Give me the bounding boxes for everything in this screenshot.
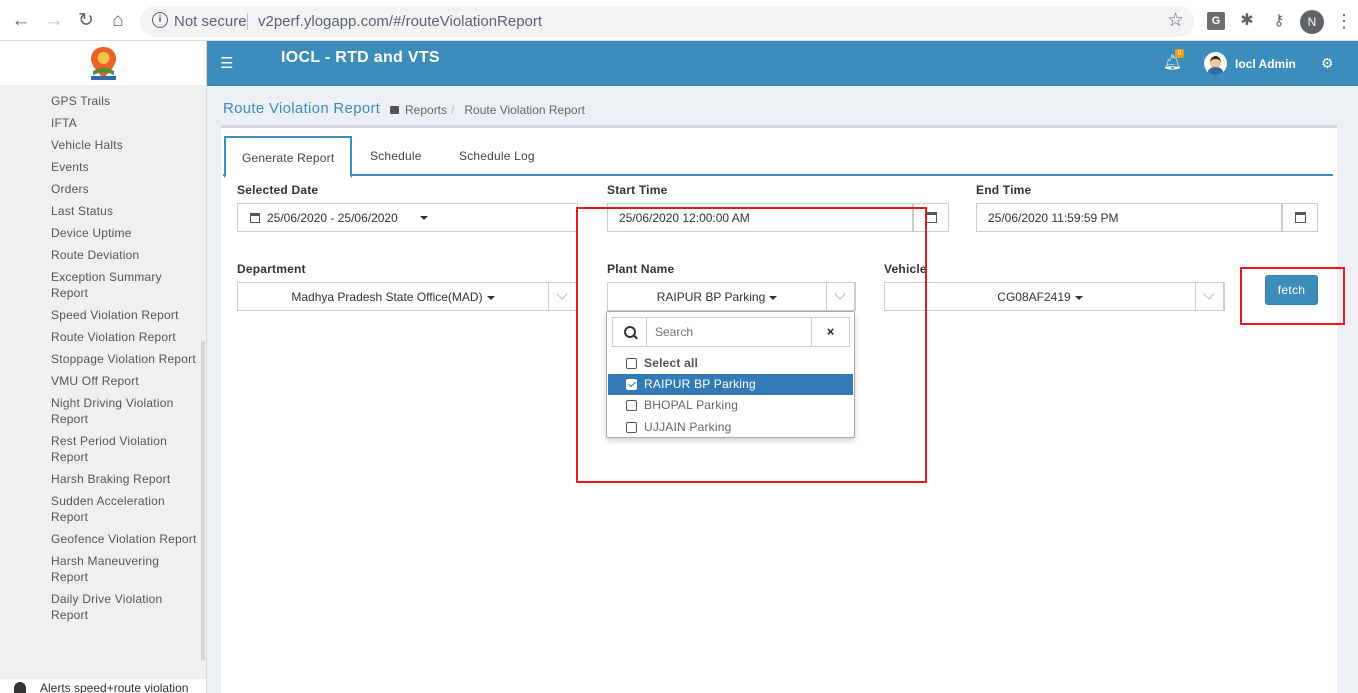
tab-generate-report[interactable]: Generate Report (224, 136, 353, 178)
vehicle-select[interactable]: CG08AF2419 (884, 282, 1225, 311)
sidebar-item-harsh-maneuvering[interactable]: Harsh Maneuvering Report (0, 550, 206, 588)
end-time-input[interactable]: 25/06/2020 11:59:59 PM (976, 203, 1282, 232)
end-time-value: 25/06/2020 11:59:59 PM (988, 211, 1119, 225)
grammar-extension-icon[interactable]: G (1207, 12, 1225, 30)
password-key-icon[interactable]: ⚷ (1270, 12, 1288, 30)
browser-menu-icon[interactable]: ⋮ (1335, 9, 1353, 33)
sidebar-item-rest-period[interactable]: Rest Period Violation Report (0, 430, 206, 468)
info-icon[interactable]: i (152, 12, 168, 28)
logo-area (0, 41, 206, 85)
caret-down-icon (420, 216, 428, 220)
address-divider (247, 13, 248, 30)
annotation-highlight-plant (576, 207, 927, 483)
sidebar-item-device-uptime[interactable]: Device Uptime (0, 222, 206, 244)
sidebar-scrollbar[interactable] (201, 341, 205, 661)
settings-gears-icon[interactable]: ⚙ (1321, 55, 1334, 72)
menu-toggle-icon[interactable]: ☰ (220, 54, 233, 72)
security-label: Not secure (174, 13, 247, 30)
calendar-icon (1295, 212, 1306, 223)
dashboard-icon (390, 106, 399, 114)
app-header: ☰ IOCL - RTD and VTS 🔔︎ 0 Iocl Admin ⚙ (207, 41, 1358, 86)
sidebar-item-alerts-label: Alerts speed+route violation (40, 681, 189, 693)
sidebar-item-gps-trails[interactable]: GPS Trails (0, 90, 206, 112)
sidebar-item-last-status[interactable]: Last Status (0, 200, 206, 222)
report-tabs: Generate Report Schedule Schedule Log (223, 136, 1333, 178)
sidebar-item-night-driving[interactable]: Night Driving Violation Report (0, 392, 206, 430)
bell-icon (14, 682, 26, 693)
breadcrumb: Reports / Route Violation Report (390, 103, 585, 117)
sidebar-item-vehicle-halts[interactable]: Vehicle Halts (0, 134, 206, 156)
sidebar-item-vmu-off[interactable]: VMU Off Report (0, 370, 206, 392)
department-select[interactable]: Madhya Pradesh State Office(MAD) (237, 282, 578, 311)
back-arrow-icon[interactable]: ← (9, 9, 33, 33)
tab-schedule[interactable]: Schedule (354, 136, 438, 176)
breadcrumb-current: Route Violation Report (464, 103, 585, 117)
end-time-label: End Time (976, 183, 1032, 197)
address-bar[interactable]: i Not secure v2perf.ylogapp.com/#/routeV… (140, 6, 1194, 37)
date-range-value: 25/06/2020 - 25/06/2020 (267, 211, 398, 225)
sidebar-item-route-violation[interactable]: Route Violation Report (0, 326, 206, 348)
sidebar-item-geofence-violation[interactable]: Geofence Violation Report (0, 528, 206, 550)
app-title: IOCL - RTD and VTS (281, 49, 440, 66)
date-range-picker[interactable]: 25/06/2020 - 25/06/2020 (237, 203, 578, 232)
forward-arrow-icon[interactable]: → (42, 9, 66, 33)
user-name[interactable]: Iocl Admin (1235, 57, 1296, 71)
sidebar-item-speed-violation[interactable]: Speed Violation Report (0, 304, 206, 326)
end-time-calendar-button[interactable] (1282, 203, 1318, 232)
reload-icon[interactable]: ↻ (74, 9, 98, 33)
sidebar-menu: GPS Trails IFTA Vehicle Halts Events Ord… (0, 85, 206, 626)
sidebar-item-exception-summary[interactable]: Exception Summary Report (0, 266, 206, 304)
breadcrumb-separator: / (451, 103, 455, 117)
chevron-down-icon (548, 282, 577, 311)
notification-badge: 0 (1175, 49, 1184, 58)
vehicle-value: CG08AF2419 (885, 290, 1195, 304)
sidebar-item-stoppage-violation[interactable]: Stoppage Violation Report (0, 348, 206, 370)
department-label: Department (237, 262, 306, 276)
bookmark-star-icon[interactable]: ☆ (1167, 9, 1184, 32)
sidebar-item-sudden-acceleration[interactable]: Sudden Acceleration Report (0, 490, 206, 528)
profile-avatar[interactable]: N (1300, 10, 1324, 34)
sidebar-item-alerts[interactable]: Alerts speed+route violation (0, 679, 206, 693)
url-text[interactable]: v2perf.ylogapp.com/#/routeViolationRepor… (258, 13, 542, 30)
start-time-label: Start Time (607, 183, 668, 197)
tab-schedule-log[interactable]: Schedule Log (443, 136, 551, 176)
home-icon[interactable]: ⌂ (106, 9, 130, 33)
sidebar-item-orders[interactable]: Orders (0, 178, 206, 200)
breadcrumb-reports[interactable]: Reports (405, 103, 447, 117)
selected-date-label: Selected Date (237, 183, 319, 197)
page-title: Route Violation Report (223, 100, 381, 117)
calendar-icon (926, 212, 937, 223)
sidebar-item-ifta[interactable]: IFTA (0, 112, 206, 134)
sidebar-item-daily-drive[interactable]: Daily Drive Violation Report (0, 588, 206, 626)
extensions-puzzle-icon[interactable]: ✱ (1238, 12, 1256, 30)
chevron-down-icon (1195, 282, 1224, 311)
sidebar-item-events[interactable]: Events (0, 156, 206, 178)
sidebar-item-route-deviation[interactable]: Route Deviation (0, 244, 206, 266)
browser-toolbar: ← → ↻ ⌂ i Not secure v2perf.ylogapp.com/… (0, 0, 1358, 41)
sidebar: GPS Trails IFTA Vehicle Halts Events Ord… (0, 41, 207, 693)
sidebar-item-harsh-braking[interactable]: Harsh Braking Report (0, 468, 206, 490)
user-avatar[interactable] (1204, 52, 1227, 75)
calendar-icon (250, 213, 260, 223)
department-value: Madhya Pradesh State Office(MAD) (238, 290, 548, 304)
annotation-highlight-fetch (1240, 267, 1345, 325)
company-logo (91, 47, 116, 80)
